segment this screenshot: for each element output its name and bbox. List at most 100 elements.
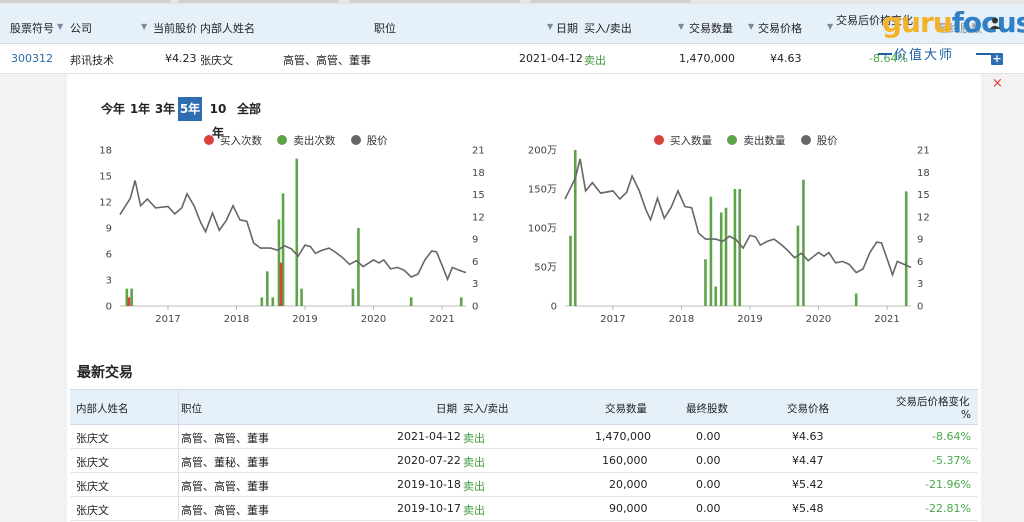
tab-1y[interactable]: 1年 — [129, 97, 151, 121]
y-right-tick: 0 — [917, 302, 923, 313]
sell-bar[interactable] — [704, 259, 707, 306]
column-separator — [178, 449, 179, 472]
header-company[interactable]: 公司 — [70, 20, 92, 36]
header-position[interactable]: 职位 — [374, 20, 396, 36]
table-row[interactable]: 张庆文 高管、高管、董事 2021-04-12 卖出 1,470,000 0.0… — [70, 425, 978, 449]
header-price[interactable]: 当前股价 — [153, 20, 197, 36]
x-tick: 2019 — [737, 314, 762, 325]
insider-name: 张庆文 — [200, 54, 233, 67]
y-left-tick: 3 — [106, 276, 112, 287]
sort-icon[interactable]: ▼ — [547, 22, 553, 31]
table-row[interactable]: 张庆文 高管、高管、董事 2019-10-17 卖出 90,000 0.00 ¥… — [70, 497, 978, 521]
trade-price: ¥5.48 — [792, 502, 824, 515]
insider-position: 高管、高管、董事 — [181, 480, 269, 493]
chart-trade-volume: 0 50万 100万 150万 200万 0 3 6 9 12 15 18 21 2017 2018 2019… — [528, 146, 930, 326]
person-icon[interactable] — [988, 16, 1002, 30]
buy-bar[interactable] — [279, 262, 283, 306]
sell-bar[interactable] — [266, 271, 269, 306]
buy-bar[interactable] — [127, 297, 131, 306]
header-trade-price[interactable]: 交易价格 — [787, 401, 829, 416]
sell-bar[interactable] — [300, 288, 303, 306]
y-right-tick: 9 — [472, 235, 478, 246]
header-change[interactable]: 交易后价格变化 — [896, 394, 970, 409]
sell-bar[interactable] — [409, 297, 413, 306]
header-insider[interactable]: 内部人姓名 — [76, 401, 129, 416]
header-symbol[interactable]: 股票符号 — [10, 20, 54, 36]
company-name: 邦讯技术 — [70, 54, 114, 67]
sell-bar[interactable] — [357, 228, 360, 306]
y-right-tick: 12 — [472, 212, 485, 223]
header-buy-sell[interactable]: 买入/卖出 — [463, 401, 509, 416]
sell-bar[interactable] — [714, 286, 718, 307]
x-tick: 2020 — [361, 314, 386, 325]
tab-this-year[interactable]: 今年 — [100, 97, 126, 121]
header-final-shares[interactable]: 最终股数 — [686, 401, 728, 416]
sell-bar[interactable] — [709, 196, 713, 306]
sell-bar[interactable] — [271, 297, 275, 306]
table-row[interactable]: 张庆文 高管、董秘、董事 2020-07-22 卖出 160,000 0.00 … — [70, 449, 978, 473]
sell-bar[interactable] — [733, 189, 737, 306]
sell-bar[interactable] — [802, 179, 805, 306]
final-shares: 0.00 — [696, 430, 721, 443]
sell-bar[interactable] — [738, 189, 742, 306]
sell-bar[interactable] — [295, 158, 299, 306]
price-change: -8.64% — [932, 430, 971, 443]
tab-all[interactable]: 全部 — [236, 97, 262, 121]
expand-button[interactable]: + — [991, 53, 1003, 65]
sort-icon[interactable]: ▼ — [678, 22, 684, 31]
sell-bar[interactable] — [796, 225, 800, 306]
y-left-tick: 200万 — [528, 146, 557, 157]
sell-bar[interactable] — [130, 288, 133, 306]
final-shares: 0.00 — [696, 478, 721, 491]
y-right-tick: 0 — [472, 302, 478, 313]
sort-icon[interactable]: ▼ — [827, 22, 833, 31]
latest-trades-title: 最新交易 — [77, 365, 133, 381]
column-separator — [178, 473, 179, 496]
y-right-tick: 6 — [472, 257, 478, 268]
sort-icon[interactable]: ▼ — [748, 22, 754, 31]
header-position[interactable]: 职位 — [181, 401, 202, 416]
chart-trade-count: 0 3 6 9 12 15 18 0 3 6 9 12 15 18 21 2017 2018 2019 2020 20… — [99, 146, 485, 326]
header-change-unit: % — [961, 409, 971, 421]
y-right-tick: 12 — [917, 212, 930, 223]
insider-position: 高管、董秘、董事 — [181, 456, 269, 469]
tab-5y[interactable]: 5年 — [178, 97, 202, 121]
sell-bar[interactable] — [854, 293, 858, 306]
tab-10y[interactable]: 10年 — [204, 97, 232, 140]
header-trade-price[interactable]: 交易价格 — [758, 20, 802, 36]
header-quantity[interactable]: 交易数量 — [689, 20, 733, 36]
insider-name: 张庆文 — [76, 456, 109, 469]
sell-bar[interactable] — [719, 212, 723, 306]
top-table-header: 股票符号 ▼ 公司 ▼ 当前股价 内部人姓名 职位 ▼ 日期 买入/卖出 ▼ 交… — [0, 4, 1024, 44]
table-row[interactable]: 张庆文 高管、高管、董事 2019-10-18 卖出 20,000 0.00 ¥… — [70, 473, 978, 497]
header-quantity[interactable]: 交易数量 — [605, 401, 647, 416]
y-right-tick: 18 — [472, 168, 485, 179]
sell-bar[interactable] — [351, 288, 355, 306]
tab-3y[interactable]: 3年 — [154, 97, 176, 121]
header-buy-sell[interactable]: 买入/卖出 — [584, 20, 632, 36]
y-left-tick: 15 — [99, 172, 112, 183]
price-line[interactable] — [119, 180, 467, 282]
y-right-tick: 6 — [917, 257, 923, 268]
column-separator — [178, 390, 179, 424]
sell-bar[interactable] — [459, 297, 463, 306]
sell-bar[interactable] — [260, 297, 264, 306]
sell-bar[interactable] — [724, 207, 728, 306]
close-icon[interactable]: × — [992, 76, 1003, 91]
trade-price: ¥4.63 — [770, 52, 802, 65]
sort-icon[interactable]: ▼ — [57, 22, 63, 31]
logo-line — [878, 53, 892, 55]
insider-name: 张庆文 — [76, 480, 109, 493]
gurufocus-logo[interactable]: gurufocus 价值大师 — [876, 6, 1024, 63]
price-line[interactable] — [564, 158, 912, 278]
x-tick: 2021 — [429, 314, 454, 325]
header-date[interactable]: 日期 — [436, 401, 457, 416]
symbol-link[interactable]: 300312 — [11, 52, 53, 65]
sort-icon[interactable]: ▼ — [141, 22, 147, 31]
header-date[interactable]: 日期 — [556, 20, 578, 36]
x-tick: 2019 — [292, 314, 317, 325]
header-insider[interactable]: 内部人姓名 — [200, 20, 255, 36]
buy-sell: 卖出 — [463, 432, 485, 445]
sell-bar[interactable] — [569, 235, 572, 306]
sell-bar[interactable] — [904, 191, 908, 306]
